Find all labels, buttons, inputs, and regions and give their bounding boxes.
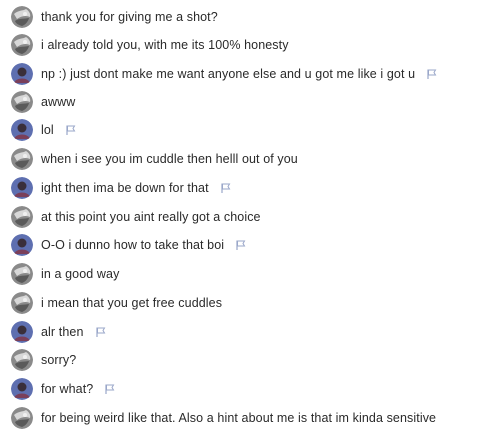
- chat-message: for what?: [11, 377, 116, 401]
- message-text: for what?: [41, 382, 94, 396]
- chat-log: thank you for giving me a shot? i alread…: [0, 0, 504, 435]
- message-text: O-O i dunno how to take that boi: [41, 238, 225, 252]
- message-text: lol: [41, 123, 54, 137]
- message-text: alr then: [41, 325, 84, 339]
- blue-avatar-icon: [11, 378, 33, 400]
- message-text: np :) just dont make me want anyone else…: [41, 67, 416, 81]
- grey-avatar-icon: [11, 349, 33, 371]
- message-text: in a good way: [41, 267, 120, 281]
- message-text: at this point you aint really got a choi…: [41, 210, 261, 224]
- chat-message: in a good way: [11, 262, 119, 286]
- message-text: when i see you im cuddle then helll out …: [41, 152, 298, 166]
- grey-avatar-icon: [11, 91, 33, 113]
- chat-message: at this point you aint really got a choi…: [11, 205, 261, 229]
- flag-icon[interactable]: [65, 124, 77, 136]
- message-text: awww: [41, 95, 76, 109]
- chat-message: ight then ima be down for that: [11, 176, 232, 200]
- chat-message: for being weird like that. Also a hint a…: [11, 406, 436, 430]
- grey-avatar-icon: [11, 6, 33, 28]
- message-text: i mean that you get free cuddles: [41, 296, 223, 310]
- message-text: sorry?: [41, 353, 77, 367]
- message-text: ight then ima be down for that: [41, 181, 209, 195]
- chat-message: thank you for giving me a shot?: [11, 5, 218, 29]
- grey-avatar-icon: [11, 292, 33, 314]
- chat-message: alr then: [11, 320, 107, 344]
- flag-icon[interactable]: [95, 326, 107, 338]
- flag-icon[interactable]: [235, 239, 247, 251]
- blue-avatar-icon: [11, 119, 33, 141]
- chat-message: lol: [11, 118, 77, 142]
- flag-icon[interactable]: [220, 182, 232, 194]
- grey-avatar-icon: [11, 407, 33, 429]
- blue-avatar-icon: [11, 177, 33, 199]
- grey-avatar-icon: [11, 34, 33, 56]
- blue-avatar-icon: [11, 321, 33, 343]
- grey-avatar-icon: [11, 206, 33, 228]
- blue-avatar-icon: [11, 63, 33, 85]
- chat-message: when i see you im cuddle then helll out …: [11, 147, 298, 171]
- flag-icon[interactable]: [104, 383, 116, 395]
- chat-message: O-O i dunno how to take that boi: [11, 233, 247, 257]
- chat-message: awww: [11, 90, 75, 114]
- blue-avatar-icon: [11, 234, 33, 256]
- grey-avatar-icon: [11, 148, 33, 170]
- chat-message: sorry?: [11, 348, 76, 372]
- chat-message: i already told you, with me its 100% hon…: [11, 33, 289, 57]
- message-text: thank you for giving me a shot?: [41, 10, 218, 24]
- chat-message: np :) just dont make me want anyone else…: [11, 62, 438, 86]
- message-text: i already told you, with me its 100% hon…: [41, 38, 289, 52]
- message-text: for being weird like that. Also a hint a…: [41, 411, 437, 425]
- chat-message: i mean that you get free cuddles: [11, 291, 222, 315]
- grey-avatar-icon: [11, 263, 33, 285]
- flag-icon[interactable]: [426, 68, 438, 80]
